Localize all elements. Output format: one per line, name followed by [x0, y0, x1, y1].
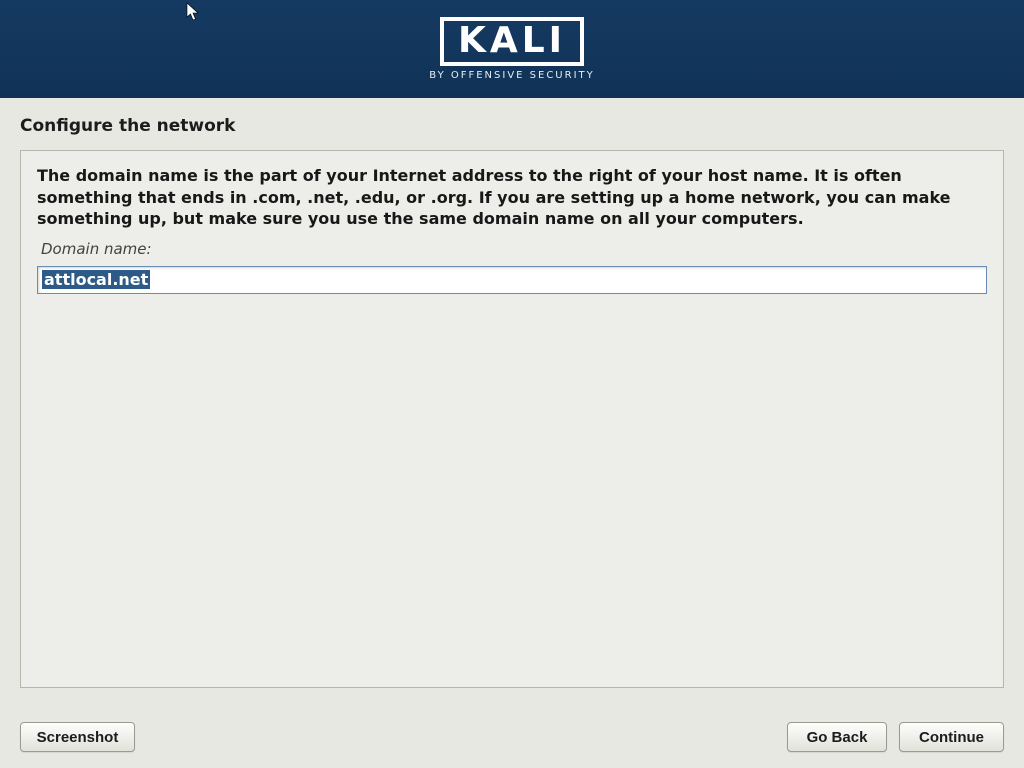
domain-name-label: Domain name:	[41, 240, 987, 258]
domain-name-input-value: attlocal.net	[42, 270, 150, 289]
kali-logo-box: KALI	[440, 17, 584, 67]
description-text: The domain name is the part of your Inte…	[37, 165, 987, 230]
button-bar: Screenshot Go Back Continue	[0, 722, 1024, 752]
installer-body: Configure the network The domain name is…	[0, 98, 1024, 688]
cursor-icon	[186, 2, 202, 22]
kali-logo-text: KALI	[458, 22, 566, 60]
kali-logo-subtitle: BY OFFENSIVE SECURITY	[429, 70, 595, 81]
kali-logo: KALI BY OFFENSIVE SECURITY	[429, 17, 595, 82]
go-back-button[interactable]: Go Back	[787, 722, 887, 752]
installer-header: KALI BY OFFENSIVE SECURITY	[0, 0, 1024, 98]
continue-button[interactable]: Continue	[899, 722, 1004, 752]
page-title: Configure the network	[20, 116, 1004, 136]
domain-name-input[interactable]: attlocal.net	[37, 266, 987, 294]
screenshot-button[interactable]: Screenshot	[20, 722, 135, 752]
content-panel: The domain name is the part of your Inte…	[20, 150, 1004, 688]
